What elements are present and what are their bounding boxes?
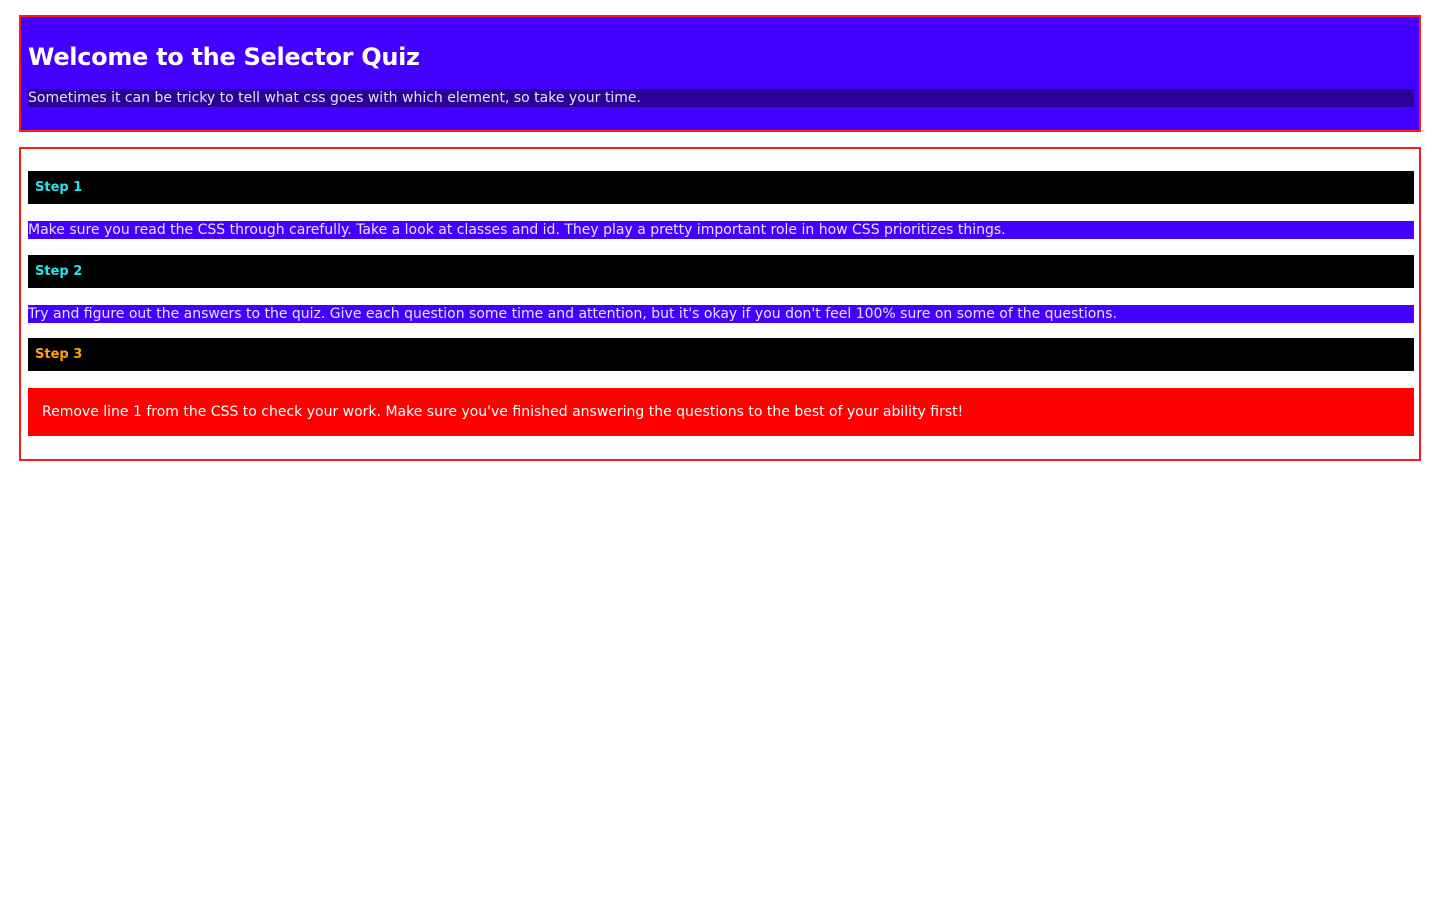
step-2-heading: Step 2 bbox=[28, 255, 1414, 288]
page-subtitle: Sometimes it can be tricky to tell what … bbox=[28, 89, 1414, 107]
page-title: Welcome to the Selector Quiz bbox=[28, 43, 420, 71]
header-banner: Welcome to the Selector Quiz Sometimes i… bbox=[19, 15, 1421, 132]
step-2-text: Try and figure out the answers to the qu… bbox=[28, 305, 1414, 323]
step-1-text: Make sure you read the CSS through caref… bbox=[28, 221, 1414, 239]
step-1-heading: Step 1 bbox=[28, 171, 1414, 204]
steps-container: Step 1 Make sure you read the CSS throug… bbox=[19, 147, 1421, 461]
step-3-heading: Step 3 bbox=[28, 338, 1414, 371]
step-3-alert: Remove line 1 from the CSS to check your… bbox=[28, 388, 1414, 436]
